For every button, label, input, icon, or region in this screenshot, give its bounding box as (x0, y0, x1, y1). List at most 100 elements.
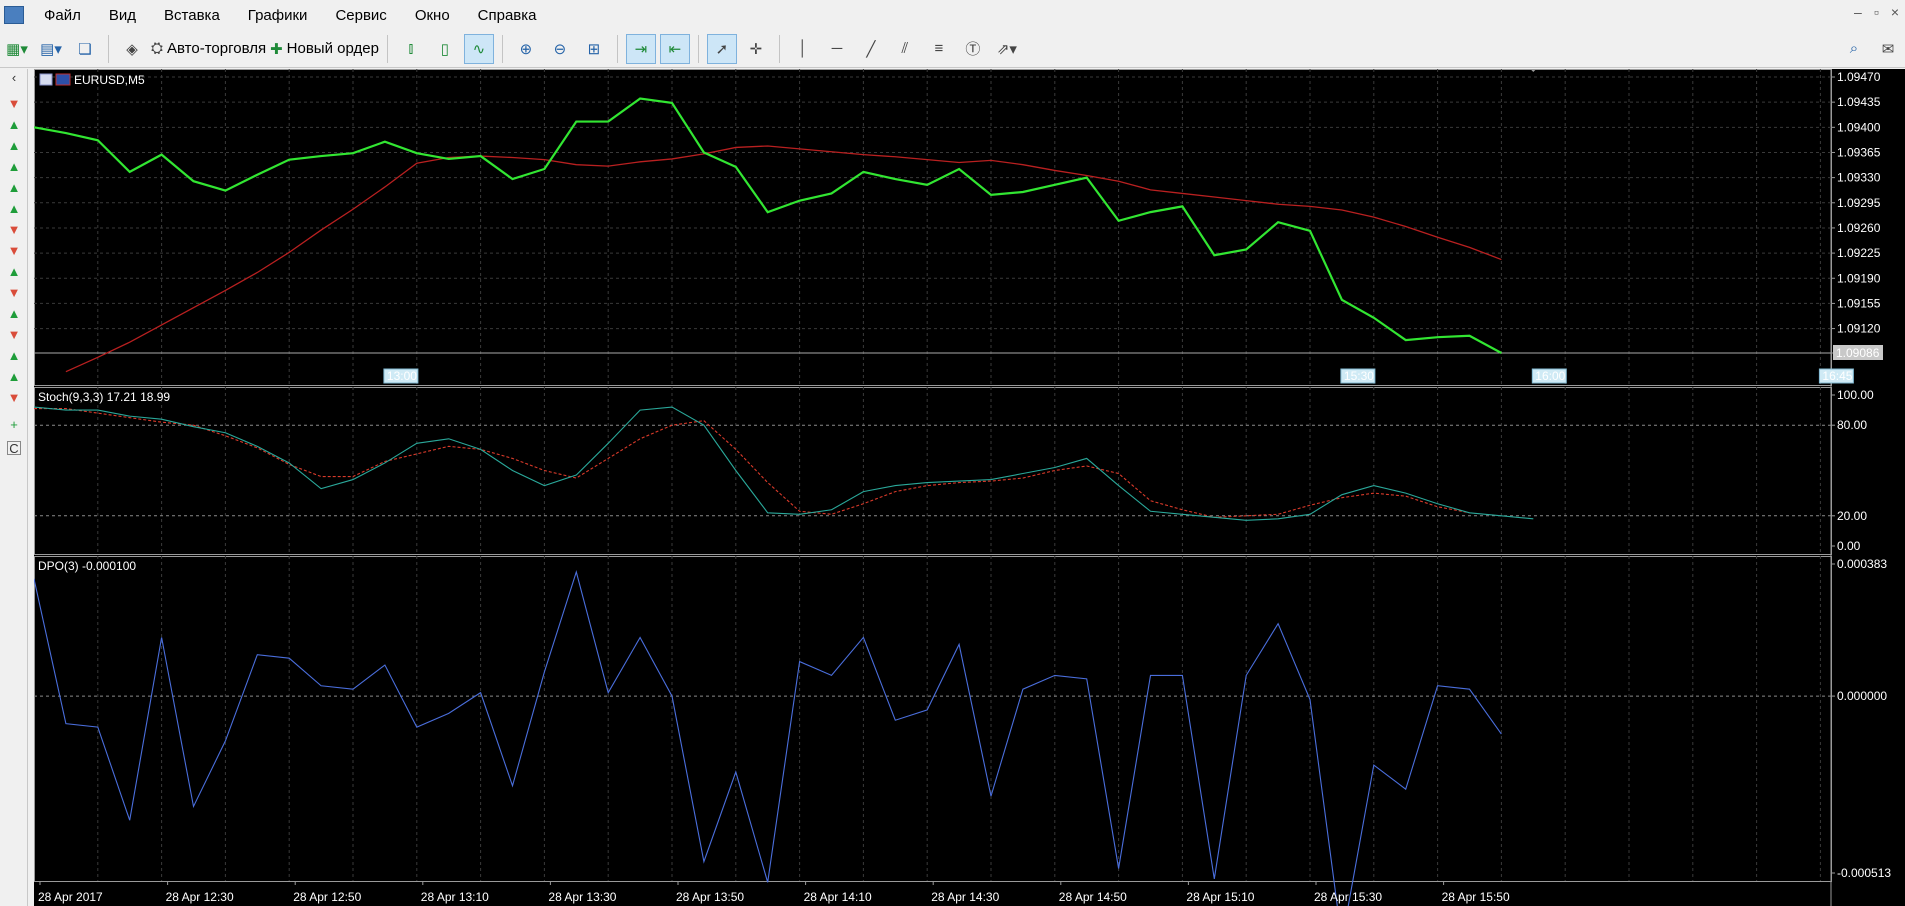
trade-arrow-up-icon[interactable]: ▲ (7, 349, 21, 363)
trade-arrow-down-icon[interactable]: ▼ (7, 328, 21, 342)
stoch-title: Stoch(9,3,3) 17.21 18.99 (38, 390, 170, 404)
chart-canvas[interactable]: 1.09470 1.09435 1.09400 1.09365 1.09330 1.092… (34, 69, 1905, 906)
menu-tools[interactable]: Сервис (321, 7, 400, 24)
navigator-sidebar: ▼ ▲ ▲ ▲ ▲ ▲ ▼ ▼ ▲ ▼ ▲ ▼ ▲ ▲ ▼ ‹ + C (0, 69, 28, 906)
trade-arrow-down-icon[interactable]: ▼ (7, 391, 21, 405)
new-order-button[interactable]: ✚ Новый ордер (270, 34, 379, 64)
search-icon[interactable]: ⌕ (1839, 34, 1869, 64)
trade-arrow-down-icon[interactable]: ▼ (7, 244, 21, 258)
bar-chart-icon[interactable]: ⫾ (396, 34, 426, 64)
tile-windows-icon[interactable]: ⊞ (579, 34, 609, 64)
y-tick-label: 80.00 (1837, 418, 1867, 432)
crosshair-icon[interactable]: ✛ (741, 34, 771, 64)
menu-view[interactable]: Вид (95, 7, 150, 24)
menu-help[interactable]: Справка (464, 7, 551, 24)
equidistant-channel-icon[interactable]: ⫽ (890, 34, 920, 64)
menu-file[interactable]: Файл (30, 7, 95, 24)
new-chart-icon[interactable]: ▦▾ (2, 34, 32, 64)
eurusd-flag-icon (55, 73, 71, 86)
x-tick-label: 28 Apr 2017 (38, 890, 103, 904)
text-icon[interactable]: Ⓣ (958, 34, 988, 64)
menu-insert[interactable]: Вставка (150, 7, 234, 24)
add-icon[interactable]: + (7, 418, 21, 432)
collapse-icon[interactable]: ‹ (7, 71, 21, 85)
time-marker-label: 15:30 (1344, 369, 1374, 383)
trade-arrow-up-icon[interactable]: ▲ (7, 118, 21, 132)
restore-button[interactable]: ▫ (1874, 4, 1879, 20)
trade-arrow-down-icon[interactable]: ▼ (7, 286, 21, 300)
auto-scroll-icon[interactable]: ⇥ (625, 33, 656, 64)
x-tick-label: 28 Apr 12:50 (293, 890, 361, 904)
y-tick-label: 1.09470 (1837, 70, 1881, 84)
line-chart-icon[interactable]: ∿ (463, 33, 494, 64)
trade-arrow-up-icon[interactable]: ▲ (7, 202, 21, 216)
close-button[interactable]: × (1891, 4, 1899, 20)
chart-title: EURUSD,M5 (74, 73, 145, 87)
zoom-out-icon[interactable]: ⊖ (545, 34, 575, 64)
cursor-icon[interactable]: ➚ (706, 33, 737, 64)
toolbar-separator (778, 34, 780, 63)
y-tick-label: 100.00 (1837, 388, 1874, 402)
trade-arrow-up-icon[interactable]: ▲ (7, 160, 21, 174)
y-tick-label: 1.09120 (1837, 322, 1881, 336)
new-order-icon: ✚ (270, 40, 283, 58)
chart-background (34, 69, 1905, 906)
zoom-in-icon[interactable]: ⊕ (511, 34, 541, 64)
y-tick-label: -0.000513 (1837, 866, 1891, 880)
minimize-button[interactable]: – (1854, 4, 1862, 20)
menu-window[interactable]: Окно (401, 7, 464, 24)
sidebar-tab-c[interactable]: C (7, 441, 21, 456)
horizontal-line-icon[interactable]: ─ (822, 34, 852, 64)
trade-arrow-down-icon[interactable]: ▼ (7, 97, 21, 111)
chart-shift-icon[interactable]: ⇤ (659, 33, 690, 64)
profiles-icon[interactable]: ▤▾ (36, 34, 66, 64)
x-tick-label: 28 Apr 15:30 (1314, 890, 1382, 904)
auto-trading-button[interactable]: ⛭ Авто-торговля (151, 34, 266, 64)
y-tick-label: 1.09295 (1837, 196, 1881, 210)
y-tick-label: 1.09330 (1837, 171, 1881, 185)
y-tick-label: 0.00 (1837, 539, 1861, 553)
toolbar-separator (386, 34, 388, 63)
trade-arrow-up-icon[interactable]: ▲ (7, 181, 21, 195)
trade-arrow-up-icon[interactable]: ▲ (7, 265, 21, 279)
trade-arrow-up-icon[interactable]: ▲ (7, 370, 21, 384)
new-order-label: Новый ордер (286, 40, 379, 57)
x-tick-label: 28 Apr 13:50 (676, 890, 744, 904)
x-tick-label: 28 Apr 14:30 (931, 890, 999, 904)
trade-arrow-down-icon[interactable]: ▼ (7, 223, 21, 237)
trendline-icon[interactable]: ╱ (856, 34, 886, 64)
x-tick-label: 28 Apr 14:10 (804, 890, 872, 904)
arrow-objects-icon[interactable]: ⇗▾ (992, 34, 1022, 64)
chart-window-icon (39, 73, 53, 86)
time-marker-label: 13:00 (387, 369, 417, 383)
time-marker-label: 16:45 (1822, 369, 1852, 383)
trade-arrow-up-icon[interactable]: ▲ (7, 139, 21, 153)
x-tick-label: 28 Apr 13:10 (421, 890, 489, 904)
metaeditor-icon[interactable]: ◈ (117, 34, 147, 64)
candlestick-icon[interactable]: ▯ (430, 34, 460, 64)
chart-window[interactable]: 1.09470 1.09435 1.09400 1.09365 1.09330 1.092… (34, 69, 1905, 906)
y-tick-label: 1.09225 (1837, 246, 1881, 260)
toolbar-separator (616, 34, 618, 63)
vertical-line-icon[interactable]: │ (788, 34, 818, 64)
trade-arrow-up-icon[interactable]: ▲ (7, 307, 21, 321)
toolbar-separator (501, 34, 503, 63)
x-tick-label: 28 Apr 12:30 (166, 890, 234, 904)
y-tick-label: 1.09400 (1837, 120, 1881, 134)
chat-icon[interactable]: ✉ (1873, 34, 1903, 64)
y-tick-label: 0.000383 (1837, 557, 1887, 571)
y-tick-label: 1.09086 (1836, 346, 1880, 360)
y-tick-label: 1.09155 (1837, 296, 1881, 310)
app-icon[interactable] (4, 6, 24, 24)
dpo-title: DPO(3) -0.000100 (38, 559, 136, 573)
fibonacci-icon[interactable]: ≡ (924, 34, 954, 64)
y-tick-label: 1.09435 (1837, 95, 1881, 109)
y-tick-label: 0.000000 (1837, 689, 1887, 703)
menu-charts[interactable]: Графики (234, 7, 322, 24)
y-tick-label: 20.00 (1837, 509, 1867, 523)
menu-bar: Файл Вид Вставка Графики Сервис Окно Спр… (0, 0, 1905, 30)
market-watch-icon[interactable]: ❏ (70, 34, 100, 64)
window-controls: – ▫ × (1854, 4, 1899, 20)
y-tick-label: 1.09260 (1837, 221, 1881, 235)
auto-trading-label: Авто-торговля (167, 40, 267, 57)
